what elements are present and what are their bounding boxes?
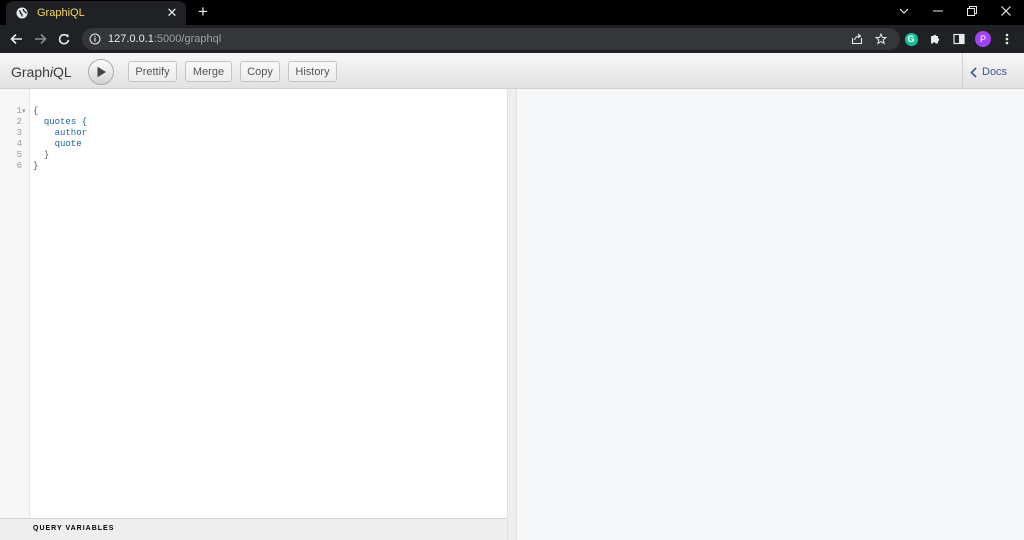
line-number: 1: [16, 106, 22, 116]
docs-button[interactable]: Docs: [970, 64, 1007, 80]
url-text: 127.0.0.1:5000/graphql: [108, 33, 221, 45]
line-number: 6: [16, 161, 22, 171]
browser-menu-icon[interactable]: [998, 30, 1016, 48]
info-icon[interactable]: [89, 33, 101, 45]
bookmark-star-icon[interactable]: [874, 32, 888, 46]
code-line: }: [43, 150, 50, 160]
url-path: :5000/graphql: [153, 33, 222, 45]
minimize-icon[interactable]: [921, 0, 955, 22]
copy-button[interactable]: Copy: [240, 61, 280, 82]
query-variables-title: QUERY VARIABLES: [33, 525, 115, 532]
code-line: }: [33, 161, 39, 171]
execute-query-button[interactable]: [88, 59, 114, 85]
code-line: quotes {: [43, 117, 88, 127]
graphiql-toolbar: GraphiQL Prettify Merge Copy History Doc…: [0, 53, 1024, 89]
graphiql-app: GraphiQL Prettify Merge Copy History Doc…: [0, 53, 1024, 540]
globe-icon: [16, 7, 28, 19]
tab-search-icon[interactable]: [887, 0, 921, 22]
back-arrow-icon[interactable]: [7, 30, 25, 48]
docs-separator: [962, 53, 963, 89]
code-line: quote: [54, 139, 82, 149]
line-number-gutter: 1 ▾ 2 3 4 5 6: [0, 89, 30, 518]
code-line: author: [54, 128, 88, 138]
prettify-button[interactable]: Prettify: [128, 61, 177, 82]
merge-button[interactable]: Merge: [185, 61, 232, 82]
browser-toolbar: 127.0.0.1:5000/graphql G P: [0, 25, 1024, 53]
chevron-left-icon: [970, 66, 977, 78]
address-bar[interactable]: 127.0.0.1:5000/graphql: [82, 28, 900, 50]
tab-title: GraphiQL: [37, 7, 85, 19]
extensions-puzzle-icon[interactable]: [926, 30, 944, 48]
new-tab-button[interactable]: +: [194, 2, 212, 21]
forward-arrow-icon[interactable]: [31, 30, 49, 48]
close-tab-icon[interactable]: ✕: [164, 5, 180, 21]
browser-tab-strip: GraphiQL ✕ +: [0, 0, 1024, 25]
browser-tab[interactable]: GraphiQL ✕: [6, 1, 186, 25]
fold-toggle-icon[interactable]: ▾: [22, 106, 26, 117]
line-number: 4: [16, 139, 22, 149]
line-number: 2: [16, 117, 22, 127]
restore-icon[interactable]: [955, 0, 989, 22]
play-icon: [96, 66, 107, 78]
side-panel-icon[interactable]: [950, 30, 968, 48]
reload-icon[interactable]: [55, 30, 73, 48]
code-line: {: [33, 106, 39, 116]
grammarly-extension-icon[interactable]: G: [902, 30, 920, 48]
query-variables-header[interactable]: QUERY VARIABLES: [0, 518, 507, 540]
docs-label: Docs: [982, 66, 1008, 78]
profile-avatar[interactable]: P: [974, 30, 992, 48]
line-number: 3: [16, 128, 22, 138]
url-host: 127.0.0.1: [108, 33, 154, 45]
close-window-icon[interactable]: [989, 0, 1023, 22]
graphiql-logo: GraphiQL: [11, 64, 72, 80]
share-icon[interactable]: [850, 32, 864, 46]
line-number: 5: [16, 150, 22, 160]
history-button[interactable]: History: [288, 61, 337, 82]
pane-resize-handle[interactable]: [507, 89, 517, 540]
query-editor[interactable]: 1 ▾ 2 3 4 5 6 { quotes { author quote } …: [0, 89, 507, 518]
result-pane: [517, 89, 1024, 540]
